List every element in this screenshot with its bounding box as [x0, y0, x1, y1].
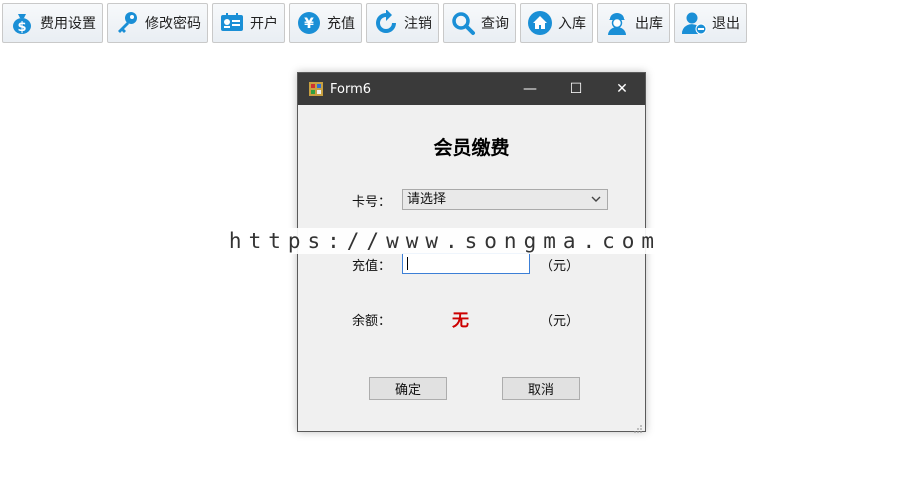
confirm-button[interactable]: 确定	[369, 377, 447, 400]
money-bag-icon: $	[9, 10, 35, 36]
toolbar-label: 注销	[404, 16, 432, 32]
query-button[interactable]: 查询	[443, 3, 516, 43]
toolbar-label: 退出	[712, 16, 740, 32]
cancel-button[interactable]: 取消	[502, 377, 580, 400]
stock-in-button[interactable]: 入库	[520, 3, 593, 43]
resize-grip[interactable]	[633, 419, 643, 433]
search-icon	[450, 10, 476, 36]
toolbar-label: 入库	[558, 16, 586, 32]
text-caret	[407, 257, 408, 270]
id-card-icon	[219, 10, 245, 36]
stock-out-button[interactable]: 出库	[597, 3, 670, 43]
svg-text:¥: ¥	[304, 16, 314, 32]
chevron-down-icon	[589, 191, 603, 207]
yen-coin-icon: ¥	[296, 10, 322, 36]
change-password-button[interactable]: 修改密码	[107, 3, 208, 43]
fee-settings-button[interactable]: $ 费用设置	[2, 3, 103, 43]
toolbar-label: 出库	[635, 16, 663, 32]
minimize-button[interactable]: —	[507, 73, 553, 105]
toolbar-label: 费用设置	[40, 16, 96, 32]
main-toolbar: $ 费用设置 修改密码 开户 ¥ 充值 注销 查询 入库 出库 退出	[0, 0, 900, 46]
cancel-account-button[interactable]: 注销	[366, 3, 439, 43]
recharge-button[interactable]: ¥ 充值	[289, 3, 362, 43]
recharge-label: 充值：	[352, 259, 392, 274]
close-button[interactable]: ✕	[599, 73, 645, 105]
watermark-text: https://www.songma.com	[214, 228, 676, 254]
card-number-select-value: 请选择	[407, 192, 447, 207]
user-logout-icon	[681, 10, 707, 36]
recharge-unit: （元）	[540, 259, 580, 274]
toolbar-label: 充值	[327, 16, 355, 32]
app-icon	[308, 81, 324, 97]
recharge-amount-input[interactable]	[402, 253, 530, 274]
card-number-label: 卡号：	[352, 195, 392, 210]
open-account-button[interactable]: 开户	[212, 3, 285, 43]
refresh-icon	[373, 10, 399, 36]
worker-icon	[604, 10, 630, 36]
window-titlebar[interactable]: Form6 — ☐ ✕	[298, 73, 645, 105]
key-icon	[114, 10, 140, 36]
toolbar-label: 查询	[481, 16, 509, 32]
balance-value: 无	[452, 311, 469, 331]
card-number-select[interactable]: 请选择	[402, 189, 608, 210]
toolbar-label: 修改密码	[145, 16, 201, 32]
toolbar-label: 开户	[250, 16, 278, 32]
form-heading: 会员缴费	[433, 137, 510, 159]
home-icon	[527, 10, 553, 36]
balance-label: 余额：	[352, 314, 392, 329]
window-title: Form6	[330, 81, 372, 97]
svg-text:$: $	[17, 20, 26, 35]
maximize-button[interactable]: ☐	[553, 73, 599, 105]
balance-unit: （元）	[540, 314, 580, 329]
exit-button[interactable]: 退出	[674, 3, 747, 43]
